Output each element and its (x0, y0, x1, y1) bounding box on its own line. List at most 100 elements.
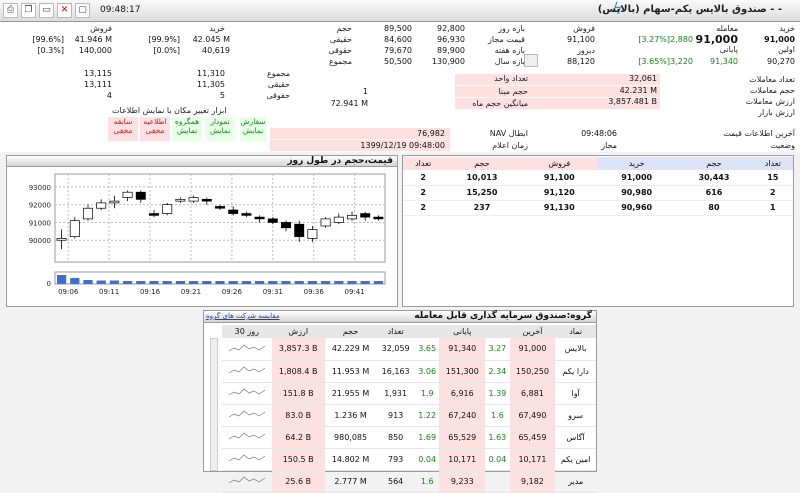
volume-bar (96, 280, 106, 284)
avg-volume-label: میانگین حجم ماه (472, 99, 528, 108)
group-toggle[interactable]: همگروه نمایش (172, 117, 202, 141)
group-toggle-l1: همگروه (174, 117, 200, 126)
clock: 09:48:17 (100, 5, 141, 15)
group-cell: 1.236 M (324, 404, 377, 427)
y-tick-label: 92000 (29, 202, 51, 210)
real-sell-pct: [99.6%] (32, 35, 64, 44)
group-toggle-l2: نمایش (176, 126, 198, 135)
candle-body (360, 213, 371, 218)
volume-bar (320, 281, 331, 284)
last-pct: [3.65%] (638, 57, 670, 66)
nav-cancel-value: 76,982 (417, 129, 445, 138)
candle-body (162, 204, 173, 214)
order-book-cell: 90,980 (597, 185, 676, 201)
volume-bar (109, 280, 120, 284)
group-compare-link[interactable]: مقایسه شرکت های گروه (206, 312, 280, 320)
group-row[interactable]: 64.2 B 980,085 850 1.69 65,529 1.63 65,459 آگاس (222, 426, 596, 449)
real-sell: 13,111 (84, 80, 112, 89)
order-toggle[interactable]: سفارش نمایش (240, 117, 266, 141)
chart-mini-icon[interactable] (524, 54, 538, 67)
group-cell: 1.63 (485, 426, 510, 449)
group-cell: 10,171 (509, 448, 556, 471)
copy-icon[interactable]: ❐ (21, 3, 36, 18)
group-header-cell: آخرین (509, 325, 556, 338)
sparkline (228, 344, 265, 352)
range-day-low: 92,800 (437, 24, 465, 33)
avg-volume-value: 72.941 M (330, 99, 368, 108)
last-info-value: 09:48:06 (581, 129, 617, 138)
order-book-cell: 91,120 (520, 185, 598, 201)
group-cell: 3,857.3 B (271, 338, 325, 361)
sale-label: فروش (573, 24, 595, 33)
sparkline (228, 366, 265, 374)
candle-body (56, 238, 67, 241)
group-cell: 65,459 (509, 426, 556, 449)
unit-value: 32,061 (629, 74, 657, 83)
group-cell: آوا (555, 382, 596, 405)
chart-toggle[interactable]: نمودار نمایش (205, 117, 235, 141)
tools-icon[interactable]: ✕ (57, 3, 72, 18)
buy-col-header: خرید (209, 24, 225, 33)
volume-bar (307, 281, 318, 284)
group-row[interactable]: 1,808.4 B 11.953 M 16,163 3.06 151,300 2.34 15… (222, 360, 596, 383)
group-cell: 151.8 B (271, 382, 325, 405)
candle-body (122, 191, 133, 198)
volume-bar (241, 281, 252, 284)
x-tick-label: 09:26 (222, 288, 243, 296)
order-book-row[interactable]: 2 237 91,130 90,960 80 1 (403, 200, 793, 216)
sparkline (228, 432, 265, 440)
candle-body (135, 191, 146, 200)
group-row[interactable]: 150.5 B 14.802 M 793 0.04 10,171 0.04 10,171 ام… (222, 448, 596, 471)
range-day-high: 89,500 (384, 24, 412, 33)
candle-body (96, 202, 107, 209)
order-book-cell: 15 (752, 170, 793, 186)
base-volume-value: 1 (362, 87, 368, 96)
group-cell: دارا یکم (555, 360, 596, 383)
candle-body (228, 209, 239, 214)
ob-buy-count-header: تعداد (752, 157, 793, 170)
group-cell: 65,529 (439, 426, 486, 449)
order-book-row[interactable]: 2 15,250 91,120 90,980 616 2 (403, 185, 793, 201)
chart-toggle-l2: نمایش (209, 126, 231, 135)
status-label: وضعیت (770, 141, 795, 150)
volume-bar (175, 281, 186, 284)
order-book-row[interactable]: 2 10,013 91,100 91,000 30,443 15 (403, 170, 793, 186)
notice-toggle[interactable]: اطلاعیه مخفی (140, 117, 170, 141)
sparkline-cell (222, 382, 272, 405)
group-row[interactable]: 151.8 B 21.955 M 1,931 1.9 6,916 1.39 6,881 آوا (222, 382, 596, 405)
tvalue-label: ارزش معاملات (745, 97, 795, 106)
chart-panel-title: قیمت،حجم در طول روز (7, 156, 397, 167)
real-buy: 11,305 (197, 80, 225, 89)
candle-body (188, 197, 199, 202)
group-cell: 2.34 (485, 360, 510, 383)
real-buy-vol: 42.045 M (192, 35, 230, 44)
nav-time-value: 1399/12/19 09:48:00 (360, 141, 445, 150)
group-cell: 64.2 B (271, 426, 325, 449)
window-icon[interactable]: ▢ (75, 3, 90, 18)
order-book-cell: 2 (752, 185, 793, 201)
group-cell: 1.6 (485, 404, 510, 427)
group-cell: 1.69 (414, 426, 440, 449)
nav-cancel-label: NAV ابطال (489, 129, 528, 138)
group-row[interactable]: 25.6 B 2.777 M 564 1.6 9,233 9,182 مدیر (222, 470, 596, 493)
group-cell: 150.5 B (271, 448, 325, 471)
group-cell: 83.0 B (271, 404, 325, 427)
tools-note: ابزار تغییر مکان یا نمایش اطلاعات (112, 106, 227, 115)
candle-body (149, 213, 159, 216)
group-panel: گروه:صندوق سرمایه گذاری قابل معامله مقای… (203, 310, 597, 493)
history-toggle[interactable]: سابقه مخفی (108, 117, 138, 141)
group-cell: 11.953 M (324, 360, 377, 383)
group-cell: بالایس (555, 338, 596, 361)
print-icon[interactable]: ⎙ (3, 3, 18, 18)
last-info-label: آخرین اطلاعات قیمت (723, 129, 795, 138)
sparkline (228, 410, 265, 418)
price-chart: 93000 92000 91000 90000 09:06 09:11 09:16 09:21… (29, 173, 386, 296)
group-header-cell: تعداد (376, 325, 415, 338)
yesterday-value: 88,120 (567, 57, 595, 66)
group-row[interactable]: 83.0 B 1.236 M 913 1.22 67,240 1.6 67,490 سرو (222, 404, 596, 427)
group-row[interactable]: 3,857.3 B 42.229 M 32,059 3.65 91,340 3.27 91,… (222, 338, 596, 361)
range-year-high: 50,500 (384, 57, 412, 66)
volume-bar (268, 281, 278, 284)
group-scrollbar[interactable] (210, 338, 218, 471)
save-icon[interactable]: ▭ (39, 3, 54, 18)
